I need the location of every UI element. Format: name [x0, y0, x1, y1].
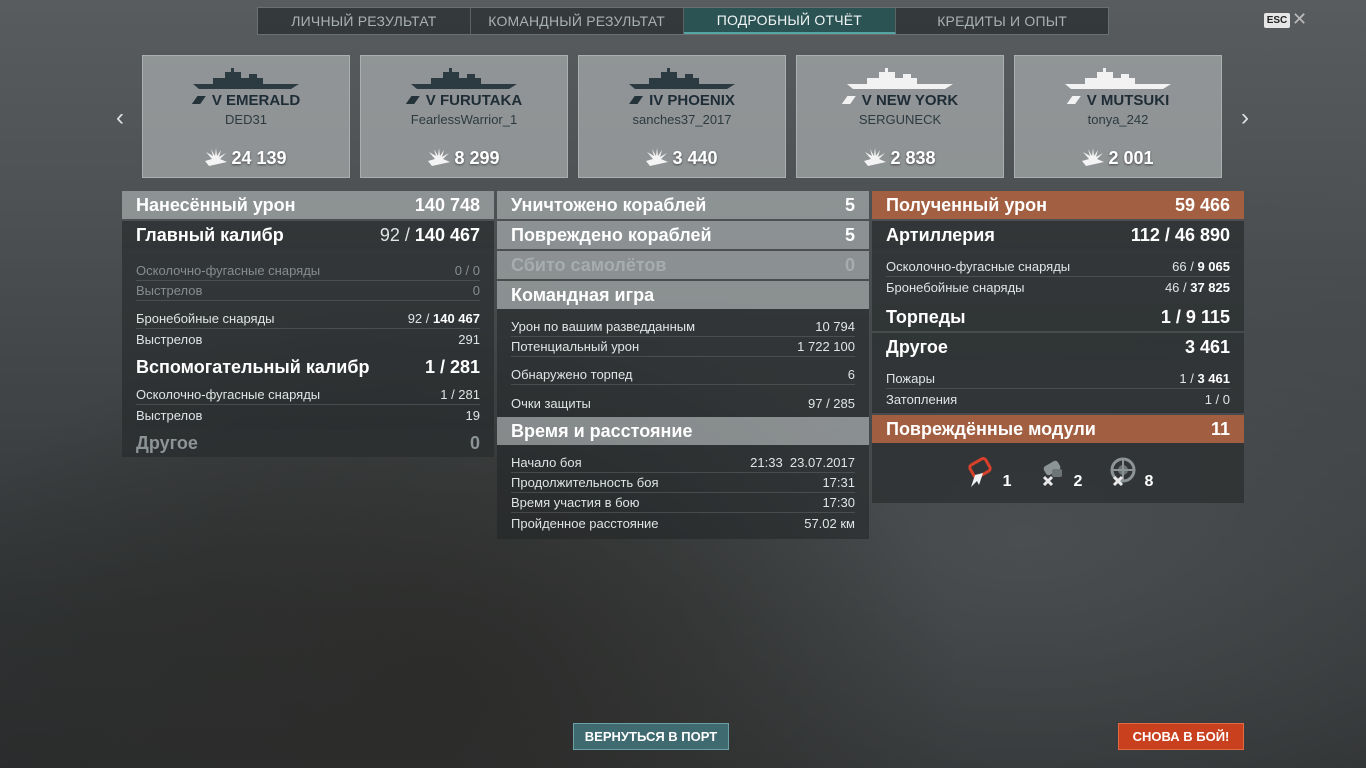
ships-damaged-row: Повреждено кораблей 5	[497, 221, 869, 249]
player-card[interactable]: IV PHOENIX sanches37_2017 3 440	[578, 55, 786, 178]
ship-name: V NEW YORK	[797, 92, 1003, 109]
received-other-details: Пожары 1 / 3 461 Затопления 1 / 0	[872, 361, 1244, 413]
main-battery-header: Главный калибр 92 / 140 467	[122, 221, 494, 249]
damaged-modules-header: Повреждённые модули 11	[872, 415, 1244, 443]
ship-silhouette-icon	[193, 68, 299, 89]
close-icon[interactable]: ✕	[1292, 9, 1307, 30]
time-in-battle-row: Время участия в бою 17:30	[511, 493, 855, 513]
module-turrets: 8	[1104, 455, 1153, 491]
prev-arrow-icon[interactable]: ‹	[116, 104, 124, 132]
ships-destroyed-row: Уничтожено кораблей 5	[497, 191, 869, 219]
player-damage: 24 139	[143, 148, 349, 169]
main-ap-shots-row: Выстрелов 291	[136, 331, 480, 347]
dealt-other-header: Другое 0	[122, 429, 494, 457]
battle-again-button[interactable]: СНОВА В БОЙ!	[1118, 723, 1244, 750]
secondary-battery-header: Вспомогательный калибр 1 / 281	[122, 353, 494, 381]
distance-row: Пройденное расстояние 57.02 км	[511, 515, 855, 531]
main-he-shots-row: Выстрелов 0	[136, 281, 480, 301]
player-damage: 8 299	[361, 148, 567, 169]
damage-dealt-label: Нанесённый урон	[136, 194, 296, 215]
time-distance-header: Время и расстояние	[497, 417, 869, 445]
damage-burst-icon	[205, 148, 228, 166]
player-card[interactable]: V NEW YORK SERGUNECK 2 838	[796, 55, 1004, 178]
player-name: DED31	[225, 112, 267, 127]
main-battery-value: 92 / 140 467	[379, 224, 480, 245]
secondary-shots-row: Выстрелов 19	[136, 407, 480, 423]
main-battery-details: Осколочно-фугасные снаряды 0 / 0 Выстрело…	[122, 249, 494, 353]
fires-row: Пожары 1 / 3 461	[886, 369, 1230, 389]
next-arrow-icon[interactable]: ›	[1241, 104, 1249, 132]
module-steering: 2	[1034, 455, 1082, 491]
artillery-details: Осколочно-фугасные снаряды 66 / 9 065 Бро…	[872, 249, 1244, 303]
player-name: FearlessWarrior_1	[410, 112, 518, 127]
spotting-damage-row: Урон по вашим разведданным 10 794	[511, 317, 855, 337]
player-card[interactable]: V EMERALD DED31 24 139	[142, 55, 350, 178]
main-he-row: Осколочно-фугасные снаряды 0 / 0	[136, 261, 480, 281]
steering-gear-icon	[1042, 460, 1062, 487]
tab-credits-xp[interactable]: КРЕДИТЫ И ОПЫТ	[896, 8, 1108, 34]
player-card[interactable]: V MUTSUKI tonya_242 2 001	[1014, 55, 1222, 178]
team-play-details: Урон по вашим разведданным 10 794 Потенци…	[497, 309, 869, 417]
ship-class-icon	[405, 96, 420, 104]
main-battery-label: Главный калибр	[136, 224, 284, 245]
player-damage: 2 838	[797, 148, 1003, 169]
planes-shot-down-row: Сбито самолётов 0	[497, 251, 869, 279]
gun-turret-icon	[1110, 457, 1136, 487]
artillery-header: Артиллерия 112 / 46 890	[872, 221, 1244, 249]
main-ap-row: Бронебойные снаряды 92 / 140 467	[136, 309, 480, 329]
esc-key-badge[interactable]: ESC	[1264, 13, 1290, 28]
tab-personal-result[interactable]: ЛИЧНЫЙ РЕЗУЛЬТАТ	[258, 8, 471, 34]
ship-name: V MUTSUKI	[1015, 92, 1221, 109]
damage-burst-icon	[646, 148, 669, 166]
ship-silhouette-icon	[629, 68, 735, 89]
received-he-row: Осколочно-фугасные снаряды 66 / 9 065	[886, 257, 1230, 277]
flooding-row: Затопления 1 / 0	[886, 391, 1230, 407]
player-damage: 2 001	[1015, 148, 1221, 169]
time-distance-details: Начало боя 21:33 23.07.2017 Продолжительн…	[497, 445, 869, 539]
secondary-battery-details: Осколочно-фугасные снаряды 1 / 281 Выстре…	[122, 381, 494, 429]
damage-received-panel: Полученный урон 59 466 Артиллерия 112 / 46…	[872, 191, 1244, 503]
damaged-modules-list: 1 2 8	[872, 443, 1244, 503]
tab-team-result[interactable]: КОМАНДНЫЙ РЕЗУЛЬТАТ	[471, 8, 684, 34]
torpedoes-spotted-row: Обнаружено торпед 6	[511, 365, 855, 385]
player-name: tonya_242	[1087, 112, 1149, 127]
team-play-header: Командная игра	[497, 281, 869, 309]
battle-stats-panel: Уничтожено кораблей 5 Повреждено кораблей…	[497, 191, 869, 539]
player-damage: 3 440	[579, 148, 785, 169]
damage-burst-icon	[864, 148, 887, 166]
battle-duration-row: Продолжительность боя 17:31	[511, 473, 855, 493]
ship-class-icon	[841, 96, 856, 104]
secondary-he-row: Осколочно-фугасные снаряды 1 / 281	[136, 385, 480, 405]
ship-name: IV PHOENIX	[579, 92, 785, 109]
received-other-header: Другое 3 461	[872, 333, 1244, 361]
damage-burst-icon	[1082, 148, 1105, 166]
player-card[interactable]: V FURUTAKA FearlessWarrior_1 8 299	[360, 55, 568, 178]
result-tabs: ЛИЧНЫЙ РЕЗУЛЬТАТ КОМАНДНЫЙ РЕЗУЛЬТАТ ПОД…	[257, 7, 1109, 35]
player-name: sanches37_2017	[632, 112, 732, 127]
ship-class-icon	[191, 96, 206, 104]
engine-icon	[967, 457, 992, 487]
received-ap-row: Бронебойные снаряды 46 / 37 825	[886, 279, 1230, 295]
damage-received-header: Полученный урон 59 466	[872, 191, 1244, 219]
module-engine: 1	[963, 455, 1012, 491]
damage-burst-icon	[428, 148, 451, 166]
ship-silhouette-icon	[1065, 68, 1171, 89]
return-to-port-button[interactable]: ВЕРНУТЬСЯ В ПОРТ	[573, 723, 729, 750]
damage-dealt-panel: Нанесённый урон 140 748 Главный калибр 92 …	[122, 191, 494, 457]
torpedoes-header: Торпеды 1 / 9 115	[872, 303, 1244, 331]
defense-points-row: Очки защиты 97 / 285	[511, 395, 855, 411]
ship-name: V FURUTAKA	[361, 92, 567, 109]
battle-start-row: Начало боя 21:33 23.07.2017	[511, 453, 855, 473]
ship-class-icon	[1066, 96, 1081, 104]
ship-name: V EMERALD	[143, 92, 349, 109]
damage-dealt-header: Нанесённый урон 140 748	[122, 191, 494, 219]
potential-damage-row: Потенциальный урон 1 722 100	[511, 337, 855, 357]
ship-silhouette-icon	[411, 68, 517, 89]
ship-silhouette-icon	[847, 68, 953, 89]
ship-class-icon	[629, 96, 644, 104]
tab-detailed-report[interactable]: ПОДРОБНЫЙ ОТЧЁТ	[683, 8, 897, 34]
damage-dealt-total: 140 748	[414, 194, 480, 215]
player-name: SERGUNECK	[858, 112, 942, 127]
